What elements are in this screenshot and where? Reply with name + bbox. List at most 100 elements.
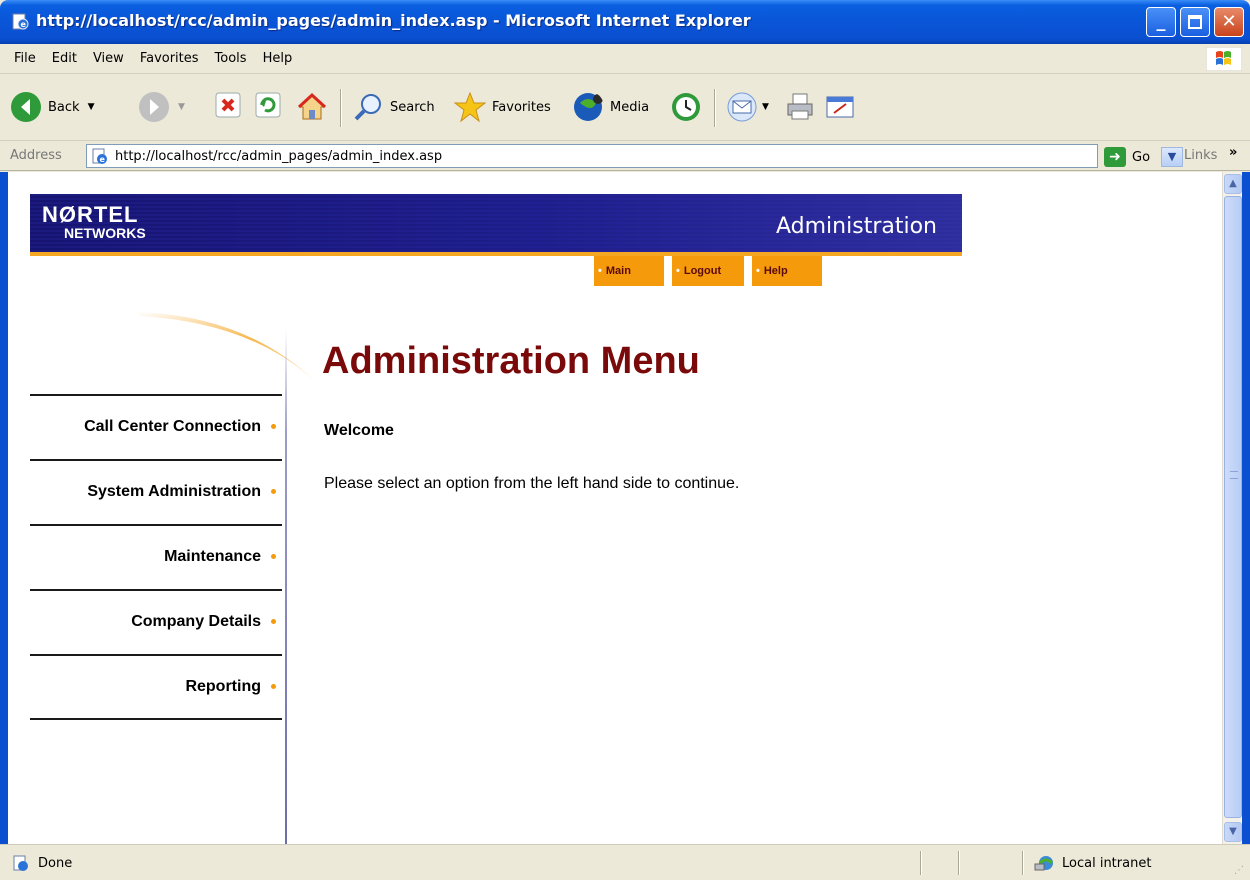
bullet-icon	[271, 424, 276, 430]
links-toolbar[interactable]: Links	[1184, 148, 1217, 163]
sidebar-divider	[30, 459, 282, 461]
media-label: Media	[610, 99, 650, 115]
sidebar-swoosh-decoration	[138, 312, 318, 384]
go-arrow-icon: ➜	[1104, 147, 1126, 167]
sidebar-item-maintenance[interactable]: Maintenance	[30, 548, 282, 566]
title-bar[interactable]: e http://localhost/rcc/admin_pages/admin…	[0, 0, 1250, 44]
nav-tab-label: Logout	[683, 265, 722, 277]
toolbar-separator	[714, 89, 716, 127]
minimize-button[interactable]: _	[1146, 7, 1176, 37]
page-title: Administration Menu	[322, 340, 700, 382]
sidebar-item-label: Maintenance	[164, 548, 261, 565]
bullet-icon	[271, 554, 276, 560]
sidebar-item-system-administration[interactable]: System Administration	[30, 483, 282, 501]
scroll-grip-icon	[1230, 471, 1238, 479]
bullet-icon	[271, 684, 276, 690]
back-dropdown-icon[interactable]: ▼	[88, 102, 95, 112]
menu-tools[interactable]: Tools	[207, 44, 255, 74]
nav-tab-label: Main	[605, 265, 631, 277]
bullet-icon: •	[756, 265, 760, 277]
sidebar-divider	[30, 589, 282, 591]
nav-tab-logout[interactable]: • Logout	[672, 256, 744, 286]
menu-edit[interactable]: Edit	[44, 44, 85, 74]
resize-grip-icon[interactable]: ⋰	[1234, 865, 1244, 876]
instruction-text: Please select an option from the left ha…	[324, 475, 740, 492]
bullet-icon: •	[676, 265, 680, 277]
go-button[interactable]: ➜ Go	[1104, 147, 1150, 167]
address-label: Address	[10, 148, 62, 163]
go-label: Go	[1132, 149, 1151, 165]
mail-dropdown-icon[interactable]: ▼	[762, 102, 769, 112]
menu-view[interactable]: View	[85, 44, 132, 74]
links-chevron-icon[interactable]: »	[1229, 145, 1237, 160]
nav-tab-main[interactable]: • Main	[594, 256, 664, 286]
local-intranet-icon	[1034, 856, 1054, 871]
sidebar-item-label: System Administration	[87, 483, 261, 500]
welcome-heading: Welcome	[324, 422, 394, 439]
status-text: Done	[38, 856, 73, 871]
media-button[interactable]: Media	[572, 91, 649, 123]
nav-tab-help[interactable]: • Help	[752, 256, 822, 286]
history-icon	[672, 93, 700, 121]
chevron-up-icon: ▲	[1229, 178, 1237, 189]
windows-logo-icon	[1206, 47, 1242, 71]
toolbar-separator	[340, 89, 342, 127]
ie-page-icon: e	[92, 148, 107, 164]
ie-page-icon	[13, 855, 28, 871]
address-dropdown-button[interactable]: ▼	[1161, 147, 1183, 167]
back-button[interactable]: Back ▼	[10, 91, 94, 123]
favorites-button[interactable]: Favorites	[454, 91, 551, 123]
maximize-button[interactable]	[1180, 7, 1210, 37]
status-separator	[958, 851, 960, 875]
sidebar-item-company-details[interactable]: Company Details	[30, 613, 282, 631]
sidebar-item-call-center-connection[interactable]: Call Center Connection	[30, 418, 282, 436]
scroll-thumb[interactable]	[1224, 196, 1242, 818]
logo-line1: NØRTEL	[42, 202, 139, 227]
close-icon: ✕	[1221, 11, 1237, 32]
nav-tab-label: Help	[763, 265, 788, 277]
bullet-icon	[271, 619, 276, 625]
vertical-scrollbar[interactable]: ▲ ▼	[1222, 172, 1242, 844]
mail-icon	[727, 92, 757, 122]
stop-button[interactable]	[214, 91, 242, 119]
print-button[interactable]	[784, 91, 816, 123]
print-icon	[787, 93, 813, 120]
search-button[interactable]: Search	[352, 91, 435, 123]
sidebar-item-label: Company Details	[131, 613, 261, 630]
edit-icon	[826, 96, 854, 118]
svg-text:e: e	[100, 155, 106, 164]
forward-button[interactable]: ▼	[138, 91, 185, 123]
address-bar: Address e http://localhost/rcc/admin_pag…	[0, 141, 1250, 171]
forward-dropdown-icon[interactable]: ▼	[178, 102, 185, 112]
window-title: http://localhost/rcc/admin_pages/admin_i…	[36, 11, 751, 30]
history-button[interactable]	[670, 91, 702, 123]
stop-icon	[215, 92, 241, 118]
svg-text:e: e	[21, 20, 27, 29]
sidebar-divider	[30, 718, 282, 720]
sidebar-item-label: Reporting	[185, 678, 261, 695]
banner-title: Administration	[776, 214, 937, 239]
minimize-icon: _	[1156, 11, 1166, 32]
home-button[interactable]	[296, 91, 328, 123]
sidebar-item-reporting[interactable]: Reporting	[30, 678, 282, 696]
status-separator	[1022, 851, 1024, 875]
bullet-icon: •	[598, 265, 602, 277]
mail-button[interactable]: ▼	[726, 91, 769, 123]
toolbar: Back ▼ ▼ Search Favorites Media ▼	[0, 75, 1250, 141]
menu-help[interactable]: Help	[255, 44, 301, 74]
close-button[interactable]: ✕	[1214, 7, 1244, 37]
menu-favorites[interactable]: Favorites	[132, 44, 207, 74]
logo-line2: NETWORKS	[64, 225, 146, 241]
menu-file[interactable]: File	[6, 44, 44, 74]
edit-button[interactable]	[824, 91, 856, 123]
search-icon	[354, 94, 381, 121]
bullet-icon	[271, 489, 276, 495]
scroll-up-button[interactable]: ▲	[1224, 174, 1242, 194]
sidebar-divider	[30, 394, 282, 396]
sidebar-divider	[30, 524, 282, 526]
refresh-button[interactable]	[254, 91, 282, 119]
address-input[interactable]: e http://localhost/rcc/admin_pages/admin…	[86, 144, 1183, 168]
favorites-label: Favorites	[492, 99, 551, 115]
scroll-down-button[interactable]: ▼	[1224, 822, 1242, 842]
sidebar-divider	[30, 654, 282, 656]
